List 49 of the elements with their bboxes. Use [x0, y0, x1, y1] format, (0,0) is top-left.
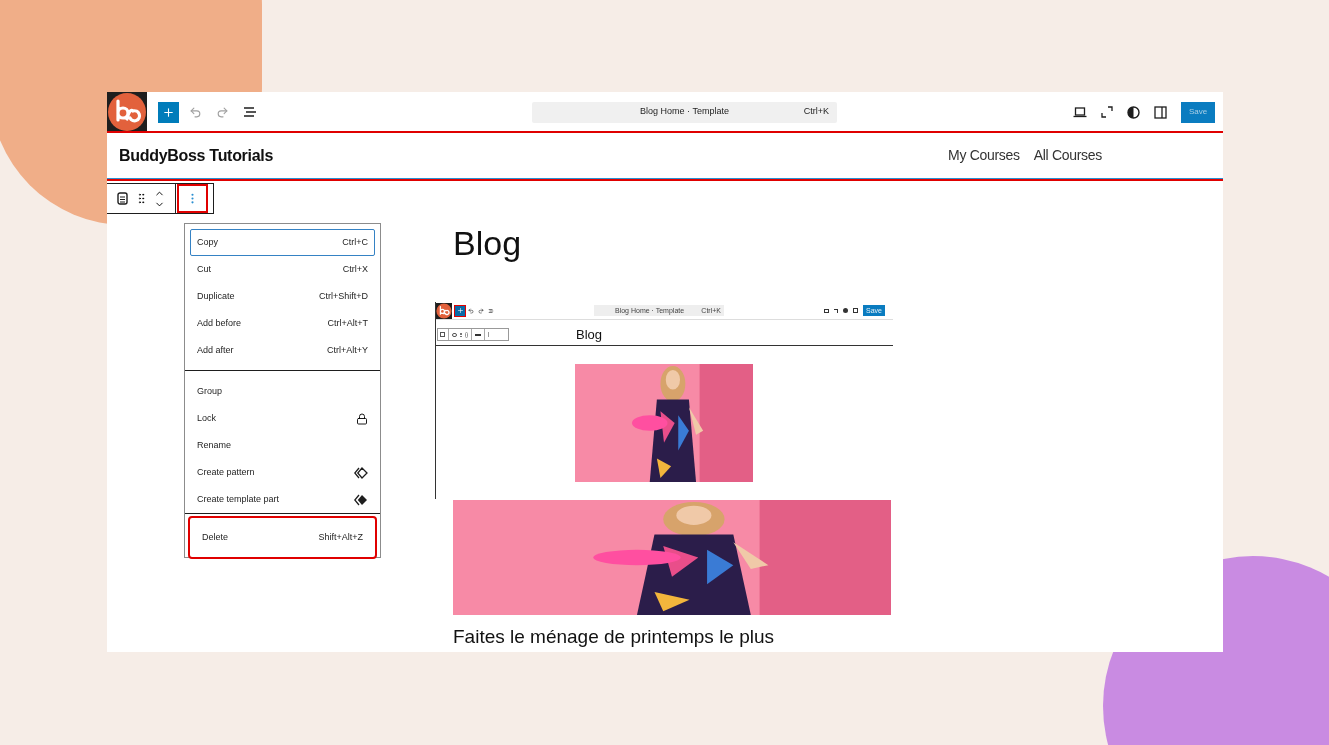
- sidebar-icon[interactable]: [853, 308, 858, 313]
- command-bar[interactable]: Blog Home · Template Ctrl+K: [532, 101, 837, 123]
- nav-link[interactable]: All Courses: [1033, 145, 1102, 166]
- menu-item[interactable]: Delete Shift+Alt+Z: [190, 518, 375, 557]
- menu-item[interactable]: Add after Ctrl+Alt+Y: [190, 337, 375, 364]
- expand-icon[interactable]: [1101, 106, 1113, 118]
- shortcut-text: Ctrl+C: [342, 235, 368, 249]
- menu-item[interactable]: Copy Ctrl+C: [190, 229, 375, 256]
- list-view-icon[interactable]: [488, 307, 494, 314]
- menu-item[interactable]: Add before Ctrl+Alt+T: [190, 310, 375, 337]
- menu-item[interactable]: Create pattern: [190, 459, 375, 486]
- nav-link[interactable]: My Courses: [948, 145, 1020, 166]
- drag-handle-icon[interactable]: [460, 332, 462, 337]
- plus-icon: [162, 105, 175, 119]
- shortcut-text: Ctrl+X: [342, 262, 368, 276]
- redo-icon[interactable]: [478, 307, 484, 314]
- contrast-icon[interactable]: [843, 308, 848, 313]
- page-icon[interactable]: [117, 192, 128, 205]
- laptop-icon[interactable]: [1073, 106, 1087, 118]
- menu-item[interactable]: Create template part: [190, 486, 375, 513]
- shortcut-text: Ctrl+Alt+Y: [327, 343, 368, 357]
- undo-icon[interactable]: [468, 307, 474, 314]
- contrast-icon[interactable]: [1127, 105, 1140, 119]
- shortcut-text: Ctrl+Alt+T: [327, 316, 368, 330]
- expand-icon[interactable]: [834, 308, 838, 313]
- menu-item[interactable]: Lock: [190, 405, 375, 432]
- list-view-icon[interactable]: [242, 104, 258, 120]
- menu-item[interactable]: Group: [190, 378, 375, 405]
- add-block-button[interactable]: [158, 101, 179, 123]
- diamond-filled-icon: [354, 493, 368, 506]
- page-title: Blog: [576, 325, 603, 344]
- shortcut-text: Ctrl+K: [803, 105, 829, 119]
- diamond-outline-icon: [354, 466, 368, 479]
- lock-icon: [356, 412, 368, 425]
- sidebar-icon[interactable]: [1154, 105, 1167, 119]
- plus-icon: [456, 307, 464, 314]
- shortcut-text: Ctrl+Shift+D: [318, 289, 368, 303]
- shortcut-text: Shift+Alt+Z: [318, 530, 363, 544]
- page-title: Blog: [453, 223, 523, 263]
- align-icon[interactable]: [475, 333, 481, 336]
- menu-item[interactable]: Cut Ctrl+X: [190, 256, 375, 283]
- add-block-button[interactable]: [455, 305, 465, 316]
- laptop-icon[interactable]: [824, 308, 829, 313]
- site-title: BuddyBoss Tutorials: [119, 145, 274, 166]
- block-icon[interactable]: [440, 332, 445, 337]
- menu-item[interactable]: Rename: [190, 432, 375, 459]
- post-title: Faites le ménage de printemps le plus: [453, 626, 775, 648]
- logo-icon: [436, 302, 452, 319]
- menu-item[interactable]: Duplicate Ctrl+Shift+D: [190, 283, 375, 310]
